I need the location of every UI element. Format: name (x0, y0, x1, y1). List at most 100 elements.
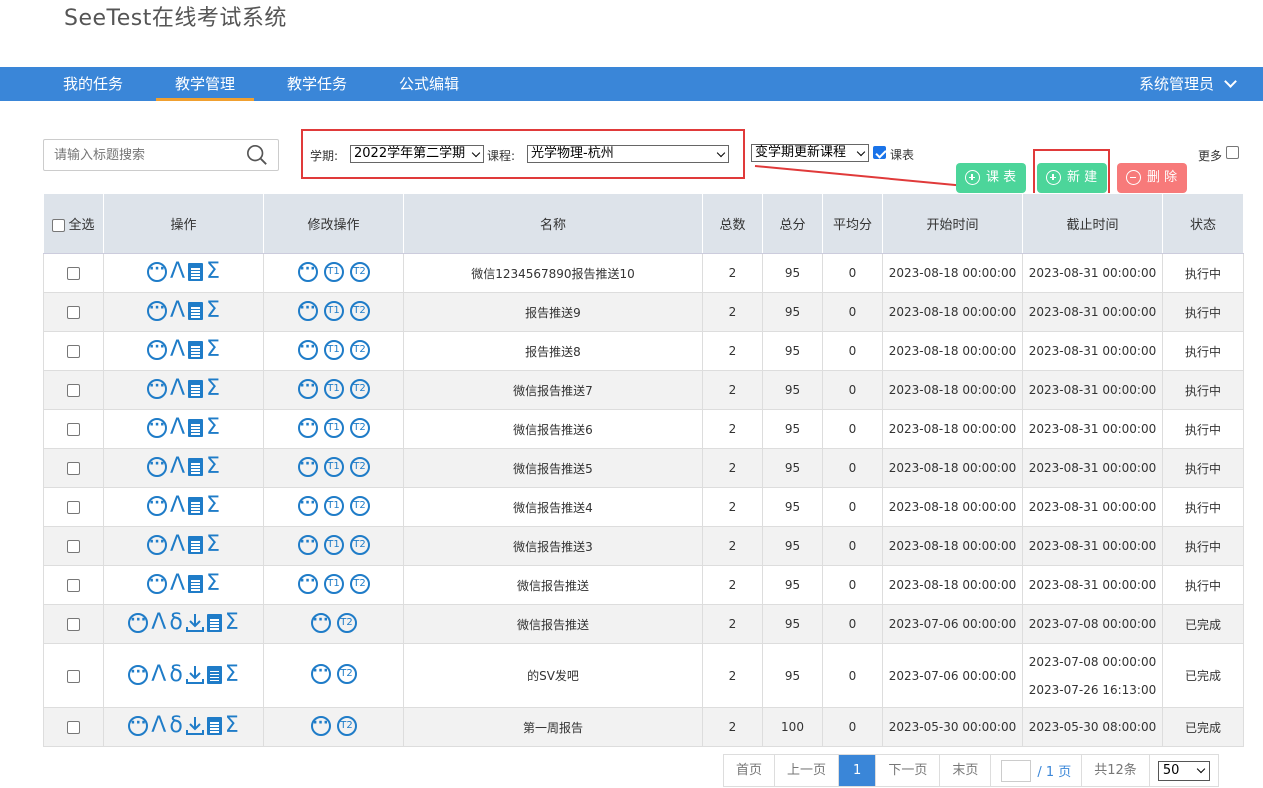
more-options-icon[interactable] (297, 261, 318, 282)
more-options-icon[interactable] (297, 456, 318, 477)
timetable-checkbox[interactable] (873, 146, 886, 159)
timetable-button[interactable]: 课 表 (956, 163, 1026, 193)
pager-first[interactable]: 首页 (724, 755, 776, 786)
pager-current[interactable]: 1 (839, 755, 877, 786)
download-icon[interactable] (185, 665, 204, 685)
more-options-icon[interactable] (147, 417, 168, 438)
t2-icon[interactable]: T2 (349, 339, 370, 360)
t2-icon[interactable]: T2 (349, 573, 370, 594)
row-checkbox[interactable] (67, 579, 80, 592)
copy-document-icon[interactable] (206, 665, 222, 684)
lambda-icon[interactable]: Λ (170, 300, 185, 322)
t2-icon[interactable]: T2 (349, 456, 370, 477)
t2-icon[interactable]: T2 (349, 378, 370, 399)
sigma-icon[interactable]: Σ (206, 339, 220, 361)
search-icon[interactable] (246, 144, 268, 166)
lambda-icon[interactable]: Λ (170, 534, 185, 556)
copy-document-icon[interactable] (188, 419, 204, 437)
download-icon[interactable] (185, 613, 204, 633)
copy-document-icon[interactable] (188, 458, 204, 476)
more-options-icon[interactable] (147, 534, 168, 555)
lambda-icon[interactable]: Λ (151, 663, 166, 686)
lambda-icon[interactable]: Λ (170, 378, 185, 400)
lambda-icon[interactable]: Λ (170, 456, 185, 478)
copy-document-icon[interactable] (188, 536, 204, 554)
lambda-icon[interactable]: Λ (151, 612, 166, 634)
sigma-icon[interactable]: Σ (206, 417, 220, 439)
t1-icon[interactable]: T1 (323, 495, 344, 516)
more-options-icon[interactable] (310, 663, 331, 684)
more-options-icon[interactable] (147, 495, 168, 516)
more-options-icon[interactable] (297, 573, 318, 594)
page-size-select[interactable]: 50 (1157, 760, 1210, 781)
nav-teaching-tasks[interactable]: 教学任务 (272, 67, 362, 101)
row-checkbox[interactable] (67, 721, 80, 734)
copy-document-icon[interactable] (188, 302, 204, 320)
row-checkbox[interactable] (67, 462, 80, 475)
more-checkbox[interactable] (1226, 146, 1239, 159)
t1-icon[interactable]: T1 (323, 261, 344, 282)
sigma-icon[interactable]: Σ (206, 573, 220, 595)
copy-document-icon[interactable] (206, 614, 222, 632)
t1-icon[interactable]: T1 (323, 534, 344, 555)
sigma-icon[interactable]: Σ (206, 300, 220, 322)
download-icon[interactable] (185, 716, 204, 736)
t2-icon[interactable]: T2 (349, 300, 370, 321)
t2-icon[interactable]: T2 (336, 664, 357, 684)
more-options-icon[interactable] (297, 417, 318, 438)
lambda-icon[interactable]: Λ (170, 495, 185, 517)
delta-icon[interactable]: δ (169, 663, 182, 686)
sigma-icon[interactable]: Σ (225, 612, 239, 634)
sigma-icon[interactable]: Σ (206, 495, 220, 517)
copy-document-icon[interactable] (188, 263, 204, 281)
delta-icon[interactable]: δ (169, 612, 182, 634)
pager-last[interactable]: 末页 (940, 755, 992, 786)
t1-icon[interactable]: T1 (323, 300, 344, 321)
t2-icon[interactable]: T2 (349, 534, 370, 555)
sigma-icon[interactable]: Σ (225, 663, 239, 686)
row-checkbox[interactable] (67, 501, 80, 514)
lambda-icon[interactable]: Λ (170, 339, 185, 361)
course-select[interactable]: 光学物理-杭州 (527, 145, 729, 163)
copy-document-icon[interactable] (188, 497, 204, 515)
t1-icon[interactable]: T1 (323, 417, 344, 438)
copy-document-icon[interactable] (206, 717, 222, 735)
more-options-icon[interactable] (147, 300, 168, 321)
t1-icon[interactable]: T1 (323, 456, 344, 477)
change-course-select[interactable]: 变学期更新课程 (751, 144, 869, 162)
more-options-icon[interactable] (128, 715, 149, 736)
sigma-icon[interactable]: Σ (206, 261, 220, 283)
t2-icon[interactable]: T2 (349, 417, 370, 438)
user-menu[interactable]: 系统管理员 (1139, 67, 1237, 101)
more-options-icon[interactable] (297, 300, 318, 321)
t2-icon[interactable]: T2 (336, 715, 357, 736)
page-jump-input[interactable] (1001, 759, 1032, 782)
row-checkbox[interactable] (67, 345, 80, 358)
nav-formula-editor[interactable]: 公式编辑 (384, 67, 474, 101)
t1-icon[interactable]: T1 (323, 339, 344, 360)
pager-prev[interactable]: 上一页 (775, 755, 840, 786)
pager-next[interactable]: 下一页 (876, 755, 941, 786)
t1-icon[interactable]: T1 (323, 378, 344, 399)
more-options-icon[interactable] (310, 715, 331, 736)
row-checkbox[interactable] (67, 540, 80, 553)
sigma-icon[interactable]: Σ (225, 715, 239, 737)
semester-select[interactable]: 2022学年第二学期 (350, 145, 484, 163)
more-options-icon[interactable] (310, 612, 331, 633)
more-options-icon[interactable] (147, 339, 168, 360)
row-checkbox[interactable] (67, 669, 80, 683)
t2-icon[interactable]: T2 (336, 612, 357, 633)
t2-icon[interactable]: T2 (349, 261, 370, 282)
header-select-all[interactable]: 全选 (43, 193, 104, 254)
nav-teaching-management[interactable]: 教学管理 (156, 67, 254, 101)
row-checkbox[interactable] (67, 618, 80, 631)
more-options-icon[interactable] (147, 456, 168, 477)
row-checkbox[interactable] (67, 384, 80, 397)
nav-my-tasks[interactable]: 我的任务 (48, 67, 138, 101)
more-options-icon[interactable] (297, 339, 318, 360)
delta-icon[interactable]: δ (169, 715, 182, 737)
copy-document-icon[interactable] (188, 575, 204, 593)
copy-document-icon[interactable] (188, 380, 204, 398)
lambda-icon[interactable]: Λ (170, 261, 185, 283)
row-checkbox[interactable] (67, 423, 80, 436)
